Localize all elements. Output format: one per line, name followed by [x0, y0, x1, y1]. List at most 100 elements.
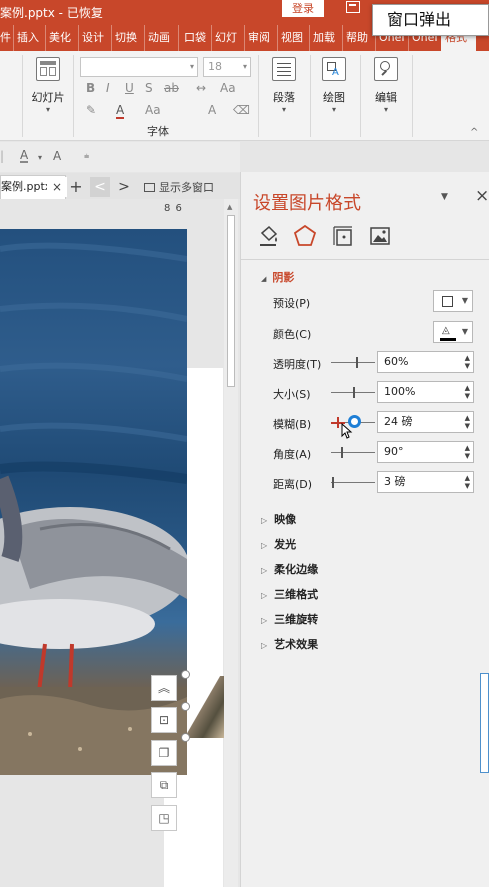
highlight-icon[interactable]: ✎ [86, 103, 96, 117]
tab-slideshow[interactable]: 幻灯 [211, 25, 237, 51]
crop-icon[interactable]: ◳ [151, 805, 177, 831]
distance-spinner[interactable]: 3 磅 ▲ ▼ [377, 471, 474, 493]
spin-up-icon[interactable]: ▲ [465, 445, 470, 452]
spin-up-icon[interactable]: ▲ [465, 415, 470, 422]
tab-help[interactable]: 帮助 [342, 25, 368, 51]
slider-knob[interactable] [356, 357, 358, 368]
spin-down-icon[interactable]: ▼ [465, 483, 470, 490]
next-tab-icon[interactable]: > [114, 177, 134, 197]
3d-format-section[interactable]: ▷ 三维格式 [261, 586, 318, 602]
pane-options-icon[interactable]: ▼ [441, 192, 448, 202]
transparency-slider[interactable] [331, 357, 375, 368]
prev-tab-icon[interactable]: < [90, 177, 110, 197]
font-size-combo[interactable]: 18 ▾ [203, 57, 251, 77]
spin-down-icon[interactable]: ▼ [465, 453, 470, 460]
slider-knob[interactable] [341, 447, 343, 458]
effects-pentagon-icon[interactable] [293, 224, 317, 248]
customize-quick-access-icon[interactable]: ⩧ [84, 152, 89, 162]
transparency-spinner[interactable]: 60% ▲ ▼ [377, 351, 474, 373]
close-file-tab-icon[interactable]: × [47, 177, 67, 197]
align-icon[interactable]: ⊡ [151, 707, 177, 733]
color-dropdown[interactable]: ◬ ▼ [433, 321, 473, 343]
collapse-up-icon[interactable]: ︽ [151, 675, 177, 701]
spin-down-icon[interactable]: ▼ [465, 393, 470, 400]
3d-rotation-section[interactable]: ▷ 三维旋转 [261, 611, 318, 627]
strikethrough-button[interactable]: ab [164, 81, 179, 95]
size-spinner[interactable]: 100% ▲ ▼ [377, 381, 474, 403]
tab-file-fragment[interactable]: 件 [0, 25, 12, 51]
picture-icon[interactable] [368, 224, 392, 248]
tab-view[interactable]: 视图 [277, 25, 303, 51]
scrollbar-thumb[interactable] [227, 215, 235, 387]
restore-window-icon[interactable] [346, 1, 360, 13]
font-name-combo[interactable]: ▾ [80, 57, 198, 77]
font-color-quick-icon[interactable]: A [20, 149, 29, 163]
blur-spinner[interactable]: 24 磅 ▲ ▼ [377, 411, 474, 433]
resize-handle[interactable] [181, 733, 190, 742]
spacing-icon[interactable]: ↔ [196, 81, 206, 95]
slider-knob[interactable] [337, 417, 339, 428]
blur-slider[interactable] [331, 415, 375, 439]
tab-design[interactable]: 设计 [78, 25, 104, 51]
spin-up-icon[interactable]: ▲ [465, 355, 470, 362]
resize-handle[interactable] [181, 702, 190, 711]
send-backward-icon[interactable]: ⧉ [151, 772, 177, 798]
font-group-label: 字体 [147, 125, 169, 138]
paragraph-button[interactable]: 段落 ▾ [266, 55, 302, 125]
glow-section[interactable]: ▷ 发光 [261, 536, 296, 552]
spin-up-icon[interactable]: ▲ [465, 475, 470, 482]
size-slider[interactable] [331, 387, 375, 398]
pane-divider [241, 259, 489, 260]
ruler: 8 6 [164, 203, 183, 214]
underline-button[interactable]: U [125, 81, 134, 95]
preset-dropdown[interactable]: ▼ [433, 290, 473, 312]
tab-review[interactable]: 审阅 [244, 25, 270, 51]
case-icon[interactable]: Aa [220, 81, 236, 95]
tab-transitions[interactable]: 切换 [111, 25, 137, 51]
editing-button[interactable]: 编辑 ▾ [368, 55, 404, 125]
spin-down-icon[interactable]: ▼ [465, 363, 470, 370]
size-properties-icon[interactable] [331, 224, 355, 248]
tab-animations[interactable]: 动画 [144, 25, 170, 51]
slider-knob[interactable] [353, 387, 355, 398]
artistic-effects-section[interactable]: ▷ 艺术效果 [261, 636, 318, 652]
editing-label: 编辑 [375, 91, 397, 104]
vertical-scrollbar[interactable]: ▲ [224, 199, 238, 887]
angle-spinner[interactable]: 90° ▲ ▼ [377, 441, 474, 463]
resize-handle[interactable] [181, 670, 190, 679]
spin-up-icon[interactable]: ▲ [465, 385, 470, 392]
expanded-triangle-icon: ◢ [261, 275, 267, 283]
eraser-icon[interactable]: ⌫ [233, 103, 250, 117]
distance-slider[interactable] [331, 477, 375, 488]
scroll-up-icon[interactable]: ▲ [227, 203, 232, 211]
soft-edges-section[interactable]: ▷ 柔化边缘 [261, 561, 318, 577]
font-color-icon[interactable]: A [116, 103, 125, 119]
bring-forward-icon[interactable]: ❐ [151, 740, 177, 766]
collapse-ribbon-icon[interactable]: ^ [470, 127, 478, 138]
change-case-icon[interactable]: Aa [145, 103, 161, 117]
italic-button[interactable]: I [106, 81, 110, 95]
shape-fill-quick-icon[interactable]: A [53, 149, 61, 163]
tab-addins[interactable]: 加载 [309, 25, 335, 51]
login-button[interactable]: 登录 [282, 0, 324, 17]
tab-pocket[interactable]: 口袋 [178, 25, 206, 51]
fill-line-icon[interactable] [257, 224, 281, 248]
drawing-button[interactable]: A 绘图 ▾ [316, 55, 352, 125]
spin-down-icon[interactable]: ▼ [465, 423, 470, 430]
angle-slider[interactable] [331, 447, 375, 458]
add-tab-icon[interactable]: + [66, 177, 86, 197]
reflection-section[interactable]: ▷ 映像 [261, 511, 296, 527]
close-pane-icon[interactable]: × [475, 186, 489, 206]
bold-button[interactable]: B [86, 81, 95, 95]
slider-knob[interactable] [332, 477, 334, 488]
shadow-text-button[interactable]: S [145, 81, 153, 95]
collapsed-triangle-icon: ▷ [261, 591, 268, 600]
shadow-section-header[interactable]: ◢ 阴影 [261, 269, 294, 285]
new-slide-button[interactable]: 幻灯片 ▾ [29, 55, 67, 125]
clear-format-icon[interactable]: A [208, 103, 216, 117]
artistic-effects-label: 艺术效果 [274, 638, 319, 651]
multi-window-button[interactable]: 显示多窗口 [144, 179, 214, 195]
tab-beautify[interactable]: 美化 [45, 25, 71, 51]
chevron-down-icon[interactable]: ▾ [38, 153, 42, 162]
tab-insert[interactable]: 插入 [13, 25, 39, 51]
